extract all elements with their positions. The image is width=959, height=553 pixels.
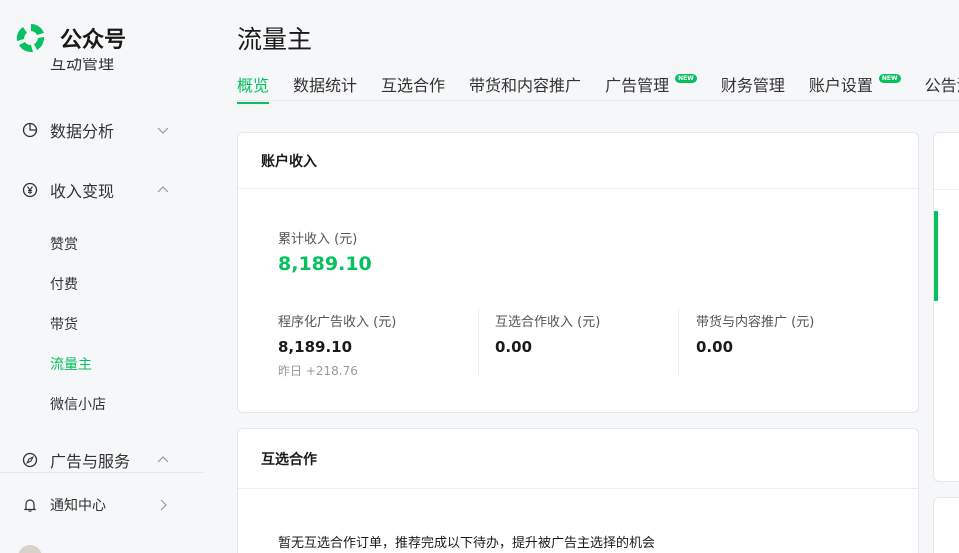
tab-ad-management[interactable]: 广告管理 NEW: [605, 72, 697, 102]
new-badge: NEW: [675, 74, 697, 83]
chevron-right-icon: [156, 498, 170, 512]
income-label: 带货与内容推广 (元): [696, 315, 815, 330]
tab-bar-divider: [237, 100, 959, 101]
sidebar-divider: [0, 472, 204, 473]
income-value: 8,189.10: [278, 338, 353, 356]
tab-data-stats[interactable]: 数据统计: [293, 72, 357, 102]
programmatic-ad-income: 程序化广告收入 (元) 8,189.10 昨日 +218.76: [278, 311, 397, 378]
card-title: 账户收入: [238, 133, 918, 189]
tab-bar: 概览 数据统计 互选合作 带货和内容推广 广告管理 NEW 财务管理 账户设置 NE…: [237, 72, 959, 104]
sidebar-item-sell-goods[interactable]: 带货: [50, 314, 78, 334]
total-income-label: 累计收入 (元): [278, 232, 358, 247]
pie-chart-icon: [22, 122, 38, 138]
sidebar-group-ads-services[interactable]: 广告与服务: [0, 440, 204, 480]
avatar[interactable]: [18, 545, 42, 553]
bell-icon: [22, 497, 38, 513]
yen-icon: [22, 182, 38, 198]
accent-bar: [934, 211, 938, 301]
sidebar-item-interaction-cut[interactable]: 互动管理: [0, 58, 204, 78]
yesterday-delta: 昨日 +218.76: [278, 364, 358, 378]
tab-mutual-cooperation[interactable]: 互选合作: [381, 72, 445, 102]
sidebar: 公众号 互动管理 数据分析 收入变现 赞赏 付费 带货 流量主 微信小店 广告与…: [0, 0, 204, 553]
chevron-up-icon: [156, 183, 170, 197]
mutual-cooperation-card: 互选合作 暂无互选合作订单，推荐完成以下待办，提升被广告主选择的机会: [237, 428, 919, 553]
chevron-down-icon: [156, 123, 170, 137]
card-title: 互选合作: [238, 429, 918, 489]
column-divider: [678, 309, 679, 375]
income-value: 0.00: [495, 338, 533, 356]
income-label: 互选合作收入 (元): [495, 315, 601, 330]
income-value: 0.00: [696, 338, 734, 356]
sidebar-item-wechat-shop[interactable]: 微信小店: [50, 394, 106, 414]
sidebar-group-data-analysis[interactable]: 数据分析: [0, 110, 204, 150]
sidebar-item-paid[interactable]: 付费: [50, 274, 78, 294]
sidebar-group-label: 收入变现: [50, 182, 115, 201]
total-income-value: 8,189.10: [278, 253, 372, 275]
main-content: 流量主 概览 数据统计 互选合作 带货和内容推广 广告管理 NEW 财务管理 账户…: [204, 0, 959, 553]
sidebar-item-label: 互动管理: [50, 58, 115, 73]
card-divider: [934, 189, 959, 190]
goods-content-promotion-income: 带货与内容推广 (元) 0.00: [696, 311, 814, 377]
empty-state-text: 暂无互选合作订单，推荐完成以下待办，提升被广告主选择的机会: [278, 536, 656, 551]
brand-logo[interactable]: 公众号: [14, 18, 204, 58]
sidebar-group-label: 广告与服务: [50, 452, 131, 471]
income-label: 程序化广告收入 (元): [278, 315, 397, 330]
compass-icon: [22, 452, 38, 468]
tab-announcements[interactable]: 公告消息: [925, 72, 959, 102]
wechat-official-logo-icon: [16, 24, 45, 53]
page-title: 流量主: [237, 25, 313, 54]
sidebar-group-notifications[interactable]: 通知中心: [0, 485, 204, 525]
sidebar-item-traffic-owner[interactable]: 流量主: [50, 354, 92, 374]
sidebar-group-label: 通知中心: [50, 498, 106, 514]
mutual-cooperation-income: 互选合作收入 (元) 0.00: [495, 311, 600, 377]
brand-name: 公众号: [60, 28, 127, 53]
chevron-up-icon: [156, 453, 170, 467]
tab-account-settings[interactable]: 账户设置 NEW: [809, 72, 901, 102]
new-badge: NEW: [878, 74, 901, 83]
tab-goods-content-promotion[interactable]: 带货和内容推广: [469, 72, 581, 102]
account-income-card: 账户收入 累计收入 (元) 8,189.10 程序化广告收入 (元) 8,189…: [237, 132, 919, 413]
tab-finance[interactable]: 财务管理: [721, 72, 785, 102]
sidebar-group-label: 数据分析: [50, 122, 115, 141]
column-divider: [478, 309, 479, 375]
sidebar-group-monetization[interactable]: 收入变现: [0, 170, 204, 210]
sidebar-item-appreciation[interactable]: 赞赏: [50, 234, 78, 254]
side-card-cut-bottom: [933, 497, 959, 553]
side-card-cut: [933, 132, 959, 482]
tab-overview[interactable]: 概览: [237, 72, 270, 104]
